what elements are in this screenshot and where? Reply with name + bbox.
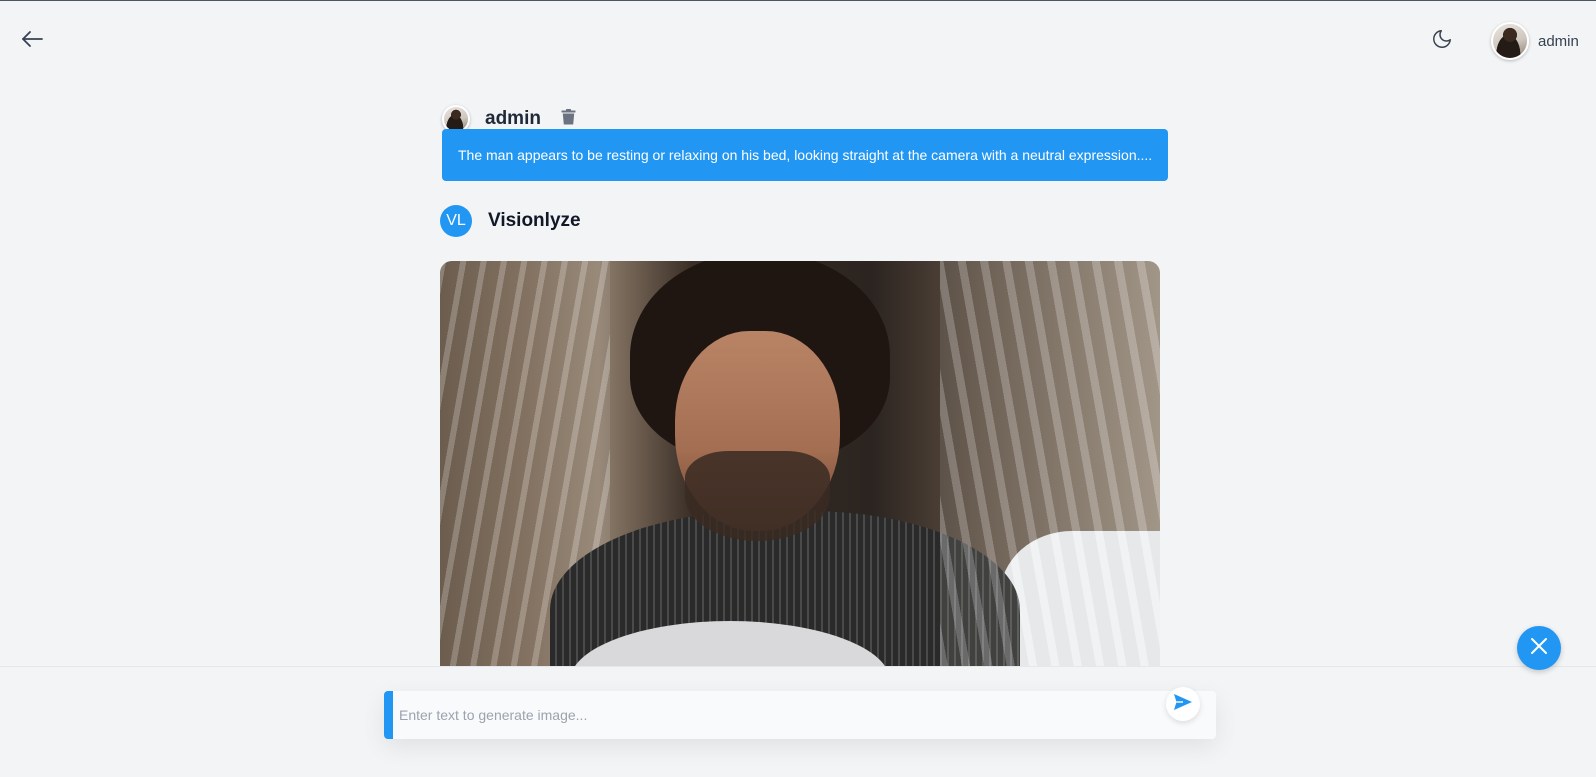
prompt-composer	[384, 687, 1216, 739]
back-button[interactable]	[18, 27, 46, 55]
bot-avatar-badge: VL	[440, 205, 472, 237]
message-author: Visionlyze	[488, 210, 581, 231]
prompt-input[interactable]	[393, 691, 1216, 739]
send-icon	[1174, 693, 1192, 715]
user-name: admin	[1538, 32, 1579, 50]
bot-message-header: VL Visionlyze	[440, 205, 581, 237]
image-region	[940, 261, 1160, 668]
trash-icon	[561, 108, 576, 130]
delete-message-button[interactable]	[558, 108, 580, 130]
image-region	[685, 451, 830, 541]
send-button[interactable]	[1166, 687, 1200, 721]
close-button[interactable]	[1517, 626, 1561, 670]
message-author: admin	[485, 108, 541, 129]
moon-icon	[1431, 28, 1453, 55]
generated-image[interactable]	[440, 261, 1160, 668]
user-menu[interactable]: admin	[1491, 22, 1579, 60]
avatar	[1491, 22, 1529, 60]
top-border	[0, 0, 1596, 1]
arrow-left-icon	[21, 30, 43, 53]
user-message-bubble: The man appears to be resting or relaxin…	[442, 129, 1168, 181]
theme-toggle-button[interactable]	[1428, 27, 1456, 55]
close-icon	[1530, 637, 1548, 660]
